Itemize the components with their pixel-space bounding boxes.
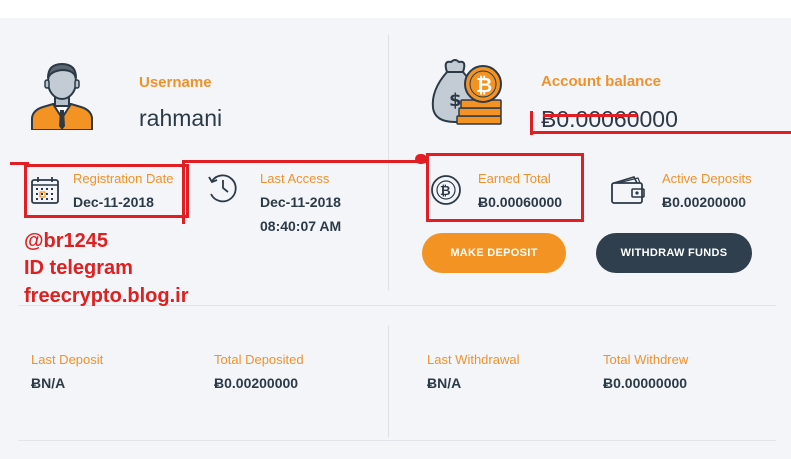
last-access-time: 08:40:07 AM <box>260 218 342 234</box>
withdraw-funds-button[interactable]: WITHDRAW FUNDS <box>596 233 752 273</box>
total-withdrew-value: Ƀ0.00000000 <box>603 375 688 391</box>
last-access-label: Last Access <box>260 171 330 186</box>
user-avatar-icon <box>29 60 95 131</box>
horizontal-divider-bottom <box>18 440 776 441</box>
annotation-underline-balance <box>533 131 791 134</box>
last-withdrawal-label: Last Withdrawal <box>427 352 520 367</box>
vertical-divider-bottom <box>388 326 389 438</box>
clock-history-icon <box>206 172 240 204</box>
last-deposit-value: ɃN/A <box>31 375 66 391</box>
last-access-date: Dec-11-2018 <box>260 194 341 210</box>
annotation-line-left <box>10 162 29 165</box>
annotation-box-registration <box>24 164 189 218</box>
active-deposits-label: Active Deposits <box>662 171 752 186</box>
annotation-tick-balance <box>530 111 533 135</box>
username-value: rahmani <box>139 105 223 131</box>
annotation-line-vertical <box>182 162 185 224</box>
watermark-handle: @br1245 <box>24 230 108 252</box>
username-label: Username <box>139 74 212 91</box>
total-withdrew-label: Total Withdrew <box>603 352 689 367</box>
account-balance-value: Ƀ0.00060000 <box>541 106 678 132</box>
last-withdrawal-value: ɃN/A <box>427 375 462 391</box>
last-deposit-label: Last Deposit <box>31 352 104 367</box>
total-deposited-value: Ƀ0.00200000 <box>214 375 299 391</box>
watermark-telegram: ID telegram <box>24 257 133 279</box>
watermark-blog: freecrypto.blog.ir <box>24 285 189 307</box>
make-deposit-button[interactable]: MAKE DEPOSIT <box>422 233 566 273</box>
annotation-line-connector <box>182 160 426 163</box>
account-balance-label: Account balance <box>541 73 662 90</box>
total-deposited-label: Total Deposited <box>214 352 304 367</box>
top-bar <box>0 0 791 18</box>
svg-text:₿: ₿ <box>476 73 492 97</box>
wallet-icon <box>610 175 646 205</box>
active-deposits-value: Ƀ0.00200000 <box>662 194 747 210</box>
annotation-strike-balance <box>543 114 637 117</box>
money-bag-icon: $ ₿ <box>429 56 507 128</box>
annotation-box-earned <box>426 153 584 222</box>
